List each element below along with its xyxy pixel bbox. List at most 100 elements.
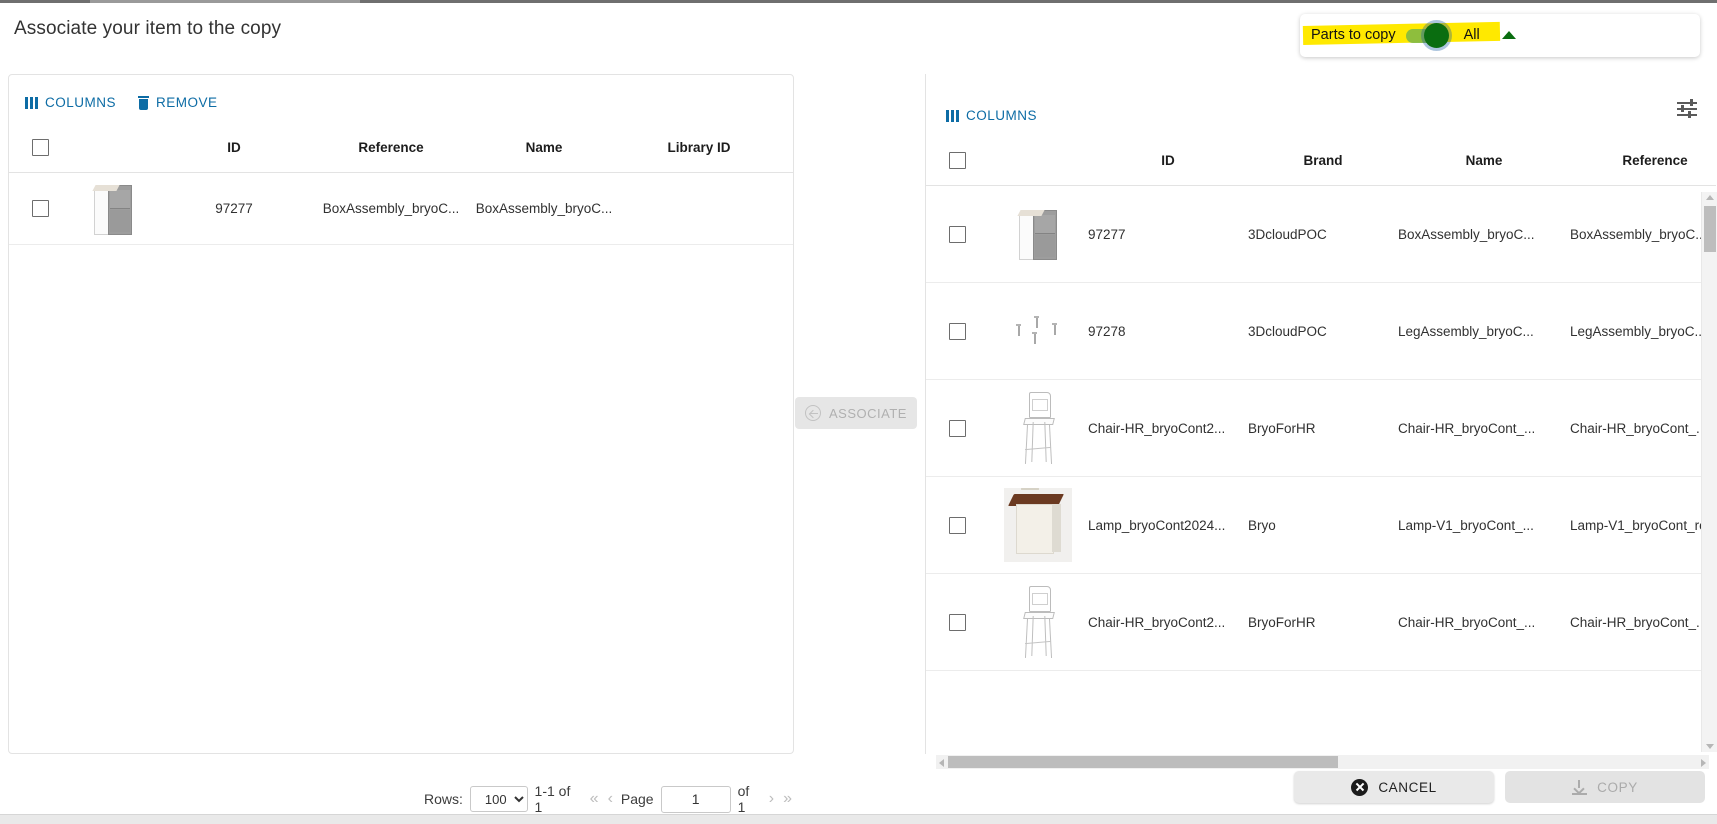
table-row[interactable]: Chair-HR_bryoCont2... BryoForHR Chair-HR… xyxy=(926,380,1716,477)
table-row[interactable]: 97277 BoxAssembly_bryoC... BoxAssembly_b… xyxy=(9,173,793,245)
right-col-header-name[interactable]: Name xyxy=(1398,153,1570,168)
cell-reference: Chair-HR_bryoCont_... xyxy=(1570,614,1708,630)
left-pagination: Rows: 100 1-1 of 1 « ‹ Page of 1 › » xyxy=(424,783,793,815)
right-toolbar: COLUMNS xyxy=(946,108,1037,123)
table-row[interactable]: Lamp_bryoCont2024... Bryo Lamp-V1_bryoCo… xyxy=(926,477,1716,574)
cabinet-thumbnail xyxy=(92,181,134,237)
scroll-left-icon[interactable] xyxy=(939,759,944,767)
associate-button[interactable]: ASSOCIATE xyxy=(795,397,917,429)
cell-id: Lamp_bryoCont2024... xyxy=(1088,517,1226,533)
table-row[interactable]: 97278 3DcloudPOC LegAssembly_bryoC... Le… xyxy=(926,283,1716,380)
row-select-cell xyxy=(926,613,988,631)
columns-icon xyxy=(25,96,38,109)
right-table-header: ID Brand Name Reference xyxy=(926,136,1716,186)
cell-id: Chair-HR_bryoCont2... xyxy=(1088,614,1226,630)
window-bottom-bar xyxy=(0,814,1717,824)
rows-label-left: Rows: xyxy=(424,791,463,807)
cell-name: BoxAssembly_bryoC... xyxy=(475,201,613,216)
row-select-checkbox[interactable] xyxy=(948,419,966,437)
prev-page-button-left[interactable]: ‹ xyxy=(607,791,614,807)
cell-name: Chair-HR_bryoCont_... xyxy=(1398,420,1536,436)
right-table: ID Brand Name Reference 97277 3DcloudPOC… xyxy=(926,136,1716,671)
columns-button-label: COLUMNS xyxy=(966,108,1038,123)
row-select-cell xyxy=(926,322,988,340)
rows-per-page-select-left[interactable]: 100 xyxy=(469,786,528,812)
scroll-up-icon[interactable] xyxy=(1706,195,1714,200)
right-table-horizontal-scrollbar[interactable] xyxy=(936,755,1709,769)
cell-brand: 3DcloudPOC xyxy=(1248,226,1327,242)
row-select-checkbox[interactable] xyxy=(948,613,966,631)
row-select-checkbox[interactable] xyxy=(948,322,966,340)
legs-thumbnail xyxy=(1012,311,1064,351)
left-table: ID Reference Name Library ID 97277 BoxAs… xyxy=(9,123,793,245)
row-thumbnail-cell xyxy=(988,311,1088,351)
page-label-left: Page xyxy=(620,791,654,807)
cell-name: BoxAssembly_bryoC... xyxy=(1398,226,1535,242)
stool-thumbnail xyxy=(1017,390,1059,466)
row-select-cell xyxy=(926,516,988,534)
associate-button-label: ASSOCIATE xyxy=(829,405,907,421)
left-select-all-cell xyxy=(9,139,71,156)
row-thumbnail-cell xyxy=(988,390,1088,466)
cell-reference: LegAssembly_bryoC... xyxy=(1570,323,1706,339)
left-col-header-reference[interactable]: Reference xyxy=(313,140,469,155)
right-col-header-brand[interactable]: Brand xyxy=(1248,153,1398,168)
first-page-button-left[interactable]: « xyxy=(589,791,600,807)
trash-icon xyxy=(138,95,150,110)
page-input-left[interactable] xyxy=(660,785,731,813)
right-table-vertical-scrollbar[interactable] xyxy=(1701,192,1717,752)
download-icon xyxy=(1572,779,1588,795)
row-thumbnail-cell xyxy=(71,181,155,237)
next-page-button-left[interactable]: › xyxy=(768,791,775,807)
cell-brand: BryoForHR xyxy=(1248,420,1316,436)
scroll-right-icon[interactable] xyxy=(1701,759,1706,767)
scroll-down-icon[interactable] xyxy=(1706,744,1714,749)
right-select-all-cell xyxy=(926,152,988,169)
columns-button-left[interactable]: COLUMNS xyxy=(25,95,116,110)
left-select-all-checkbox[interactable] xyxy=(31,139,49,156)
sliders-icon[interactable] xyxy=(1677,99,1697,118)
stool-thumbnail xyxy=(1017,584,1059,660)
window-top-edge xyxy=(0,0,1717,3)
caret-up-icon[interactable] xyxy=(1501,31,1516,39)
cell-id: Chair-HR_bryoCont2... xyxy=(1088,420,1226,436)
left-col-header-id[interactable]: ID xyxy=(155,140,313,155)
cell-id: 97277 xyxy=(1088,226,1126,242)
row-thumbnail-cell xyxy=(988,584,1088,660)
left-toolbar: COLUMNS REMOVE xyxy=(25,95,218,110)
right-select-all-checkbox[interactable] xyxy=(948,152,966,169)
copy-button[interactable]: COPY xyxy=(1505,771,1705,803)
parts-to-copy-toggle[interactable] xyxy=(1404,23,1460,48)
remove-button[interactable]: REMOVE xyxy=(138,95,218,110)
cell-id: 97278 xyxy=(1088,323,1126,339)
parts-to-copy-value: All xyxy=(1463,27,1480,43)
cancel-button-label: CANCEL xyxy=(1378,779,1437,795)
columns-icon xyxy=(946,109,959,122)
row-select-cell xyxy=(9,200,71,217)
copy-button-label: COPY xyxy=(1597,779,1638,795)
left-panel: COLUMNS REMOVE ID Reference Name Library… xyxy=(8,74,794,815)
right-col-header-reference[interactable]: Reference xyxy=(1570,153,1717,168)
cancel-button[interactable]: CANCEL xyxy=(1294,771,1494,803)
cell-brand: BryoForHR xyxy=(1248,614,1316,630)
cell-brand: Bryo xyxy=(1248,517,1276,533)
row-select-checkbox[interactable] xyxy=(948,516,966,534)
table-row[interactable]: Chair-HR_bryoCont2... BryoForHR Chair-HR… xyxy=(926,574,1716,671)
last-page-button-left[interactable]: » xyxy=(782,791,793,807)
row-select-checkbox[interactable] xyxy=(31,200,49,217)
left-col-header-library-id[interactable]: Library ID xyxy=(619,140,779,155)
table-row[interactable]: 97277 3DcloudPOC BoxAssembly_bryoC... Bo… xyxy=(926,186,1716,283)
cell-name: LegAssembly_bryoC... xyxy=(1398,323,1534,339)
vertical-scroll-thumb[interactable] xyxy=(1704,206,1716,252)
lamp-cabinet-thumbnail xyxy=(1004,488,1072,562)
cell-reference: Lamp-V1_bryoCont_re xyxy=(1570,517,1707,533)
horizontal-scroll-thumb[interactable] xyxy=(948,756,1338,768)
right-col-header-id[interactable]: ID xyxy=(1088,153,1248,168)
range-text-left: 1-1 of 1 xyxy=(534,783,571,815)
row-select-checkbox[interactable] xyxy=(948,225,966,243)
x-circle-icon xyxy=(1351,778,1369,796)
cell-id: 97277 xyxy=(215,201,253,216)
columns-button-right[interactable]: COLUMNS xyxy=(946,108,1037,123)
toggle-thumb[interactable] xyxy=(1423,23,1449,48)
left-col-header-name[interactable]: Name xyxy=(469,140,619,155)
